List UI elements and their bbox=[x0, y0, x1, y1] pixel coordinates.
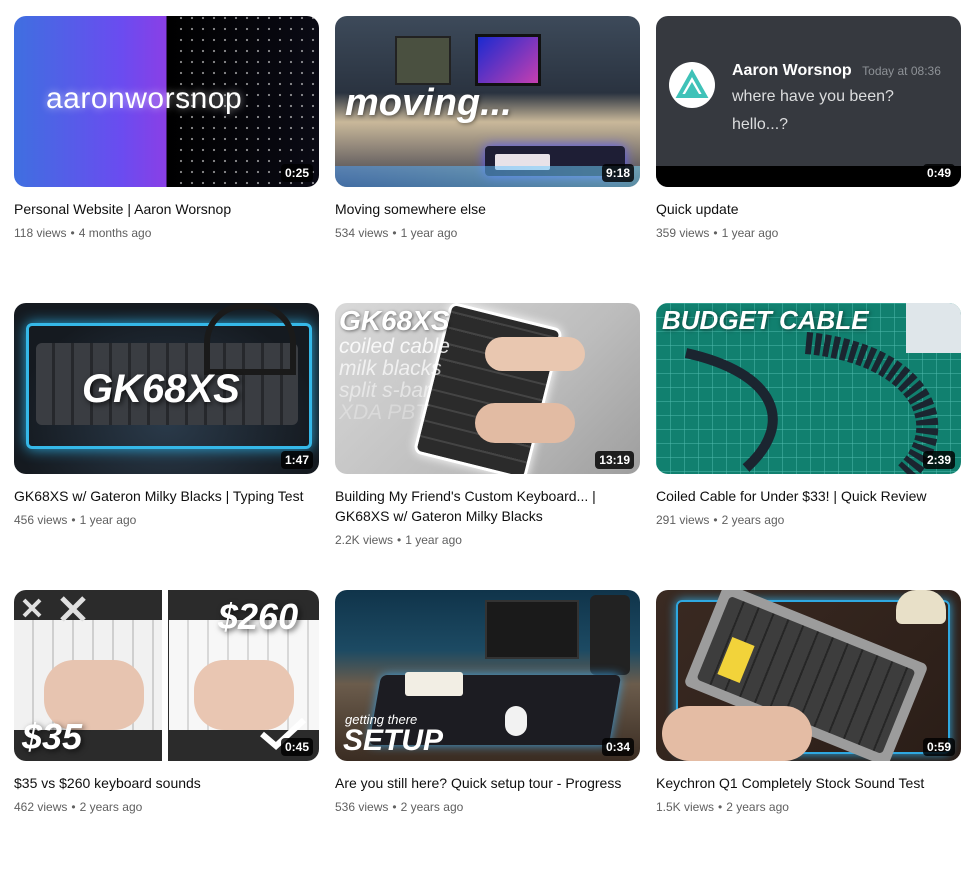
price-label-right: $260 bbox=[218, 596, 299, 637]
upload-age: 1 year ago bbox=[79, 513, 137, 527]
video-title[interactable]: $35 vs $260 keyboard sounds bbox=[14, 773, 309, 793]
letterbox-bar bbox=[656, 166, 961, 187]
avatar bbox=[669, 62, 715, 108]
thumbnail-overlay-text: SETUP bbox=[343, 724, 444, 757]
divider bbox=[162, 590, 168, 761]
upload-age: 1 year ago bbox=[400, 226, 458, 240]
video-meta: 456 views • 1 year ago bbox=[14, 513, 137, 527]
video-meta: 118 views • 4 months ago bbox=[14, 226, 152, 240]
video-card[interactable]: getting there SETUP 0:34 Are you still h… bbox=[335, 590, 640, 877]
video-meta: 291 views • 2 years ago bbox=[656, 513, 785, 527]
duration-badge: 13:19 bbox=[595, 451, 634, 469]
thumbnail-overlay-text: BUDGET CABLE bbox=[662, 305, 869, 335]
view-count: 534 views bbox=[335, 226, 389, 240]
video-thumbnail[interactable]: getting there SETUP 0:34 bbox=[335, 590, 640, 761]
video-title[interactable]: GK68XS w/ Gateron Milky Blacks | Typing … bbox=[14, 486, 309, 506]
video-card[interactable]: $35 $260 0:45 $35 vs $260 keyboard sound… bbox=[14, 590, 319, 877]
duration-badge: 0:45 bbox=[280, 738, 313, 756]
monitor-shape bbox=[485, 600, 579, 659]
thumbnail-overlay-text: GK68XS bbox=[339, 305, 450, 336]
view-count: 456 views bbox=[14, 513, 68, 527]
view-count: 291 views bbox=[656, 513, 710, 527]
view-count: 536 views bbox=[335, 800, 389, 814]
thumbnail-overlay-text: aaronworsnop bbox=[46, 82, 243, 115]
hand-shape bbox=[485, 337, 585, 371]
duration-badge: 0:49 bbox=[922, 164, 955, 182]
message-header: Aaron Worsnop Today at 08:36 bbox=[732, 62, 941, 80]
video-card[interactable]: BUDGET CABLE 2:39 Coiled Cable for Under… bbox=[656, 303, 961, 590]
video-meta: 536 views • 2 years ago bbox=[335, 800, 464, 814]
duration-badge: 0:34 bbox=[601, 738, 634, 756]
video-title[interactable]: Personal Website | Aaron Worsnop bbox=[14, 199, 309, 219]
message-line: where have you been? bbox=[732, 88, 894, 105]
video-meta: 2.2K views • 1 year ago bbox=[335, 533, 462, 547]
video-thumbnail[interactable]: GK68XS 1:47 bbox=[14, 303, 319, 474]
video-meta: 359 views • 1 year ago bbox=[656, 226, 779, 240]
cross-icon bbox=[22, 596, 86, 622]
video-card[interactable]: Aaron Worsnop Today at 08:36 where have … bbox=[656, 16, 961, 303]
video-grid: aaronworsnop 0:25 Personal Website | Aar… bbox=[14, 16, 961, 877]
video-title[interactable]: Building My Friend's Custom Keyboard... … bbox=[335, 486, 630, 526]
message-line: hello...? bbox=[732, 116, 789, 133]
monitor-shape bbox=[475, 34, 541, 86]
upload-age: 2 years ago bbox=[721, 513, 785, 527]
duration-badge: 0:25 bbox=[280, 164, 313, 182]
headphones-shape bbox=[204, 303, 296, 375]
video-card[interactable]: moving... 9:18 Moving somewhere else 534… bbox=[335, 16, 640, 303]
message-time: Today at 08:36 bbox=[862, 64, 941, 78]
figure-shape bbox=[896, 590, 946, 624]
upload-age: 1 year ago bbox=[405, 533, 462, 547]
video-title[interactable]: Coiled Cable for Under $33! | Quick Revi… bbox=[656, 486, 951, 506]
video-card[interactable]: GK68XS coiled cable milk blacks split s-… bbox=[335, 303, 640, 590]
view-count: 2.2K views bbox=[335, 533, 394, 547]
view-count: 359 views bbox=[656, 226, 710, 240]
logo-icon bbox=[675, 68, 709, 98]
video-thumbnail[interactable]: BUDGET CABLE 2:39 bbox=[656, 303, 961, 474]
video-meta: 462 views • 2 years ago bbox=[14, 800, 143, 814]
view-count: 462 views bbox=[14, 800, 68, 814]
mouse-shape bbox=[505, 706, 527, 736]
upload-age: 2 years ago bbox=[400, 800, 464, 814]
thumbnail-line: XDA PBT bbox=[339, 401, 429, 424]
video-card[interactable]: 0:59 Keychron Q1 Completely Stock Sound … bbox=[656, 590, 961, 877]
thumbnail-overlay-text: GK68XS bbox=[82, 367, 240, 411]
video-thumbnail[interactable]: $35 $260 0:45 bbox=[14, 590, 319, 761]
sender-name: Aaron Worsnop bbox=[732, 62, 852, 79]
video-title[interactable]: Keychron Q1 Completely Stock Sound Test bbox=[656, 773, 951, 793]
video-title[interactable]: Quick update bbox=[656, 199, 951, 219]
duration-badge: 1:47 bbox=[280, 451, 313, 469]
speaker-shape bbox=[590, 595, 630, 675]
video-meta: 534 views • 1 year ago bbox=[335, 226, 458, 240]
duration-badge: 0:59 bbox=[922, 738, 955, 756]
duration-badge: 9:18 bbox=[601, 164, 634, 182]
video-meta: 1.5K views • 2 years ago bbox=[656, 800, 789, 814]
poster-shape bbox=[395, 36, 451, 85]
duration-badge: 2:39 bbox=[922, 451, 955, 469]
video-thumbnail[interactable]: moving... 9:18 bbox=[335, 16, 640, 187]
video-card[interactable]: aaronworsnop 0:25 Personal Website | Aar… bbox=[14, 16, 319, 303]
hand-shape bbox=[662, 706, 812, 761]
keyboard-shape bbox=[405, 672, 463, 696]
keyboard-corner bbox=[906, 303, 961, 353]
upload-age: 2 years ago bbox=[726, 800, 789, 814]
video-title[interactable]: Moving somewhere else bbox=[335, 199, 630, 219]
video-thumbnail[interactable]: GK68XS coiled cable milk blacks split s-… bbox=[335, 303, 640, 474]
video-thumbnail[interactable]: 0:59 bbox=[656, 590, 961, 761]
upload-age: 4 months ago bbox=[78, 226, 152, 240]
upload-age: 2 years ago bbox=[79, 800, 143, 814]
view-count: 118 views bbox=[14, 226, 67, 240]
thumbnail-line: split s-bar bbox=[339, 379, 431, 402]
thumbnail-line: milk blacks bbox=[339, 357, 442, 380]
thumbnail-overlay-text: moving... bbox=[345, 82, 512, 124]
upload-age: 1 year ago bbox=[721, 226, 779, 240]
price-label-left: $35 bbox=[22, 716, 83, 757]
thumbnail-line: coiled cable bbox=[339, 335, 450, 358]
hand-shape bbox=[475, 403, 575, 443]
video-card[interactable]: GK68XS 1:47 GK68XS w/ Gateron Milky Blac… bbox=[14, 303, 319, 590]
video-title[interactable]: Are you still here? Quick setup tour - P… bbox=[335, 773, 630, 793]
video-thumbnail[interactable]: Aaron Worsnop Today at 08:36 where have … bbox=[656, 16, 961, 187]
view-count: 1.5K views bbox=[656, 800, 715, 814]
led-glow bbox=[335, 166, 640, 187]
video-thumbnail[interactable]: aaronworsnop 0:25 bbox=[14, 16, 319, 187]
